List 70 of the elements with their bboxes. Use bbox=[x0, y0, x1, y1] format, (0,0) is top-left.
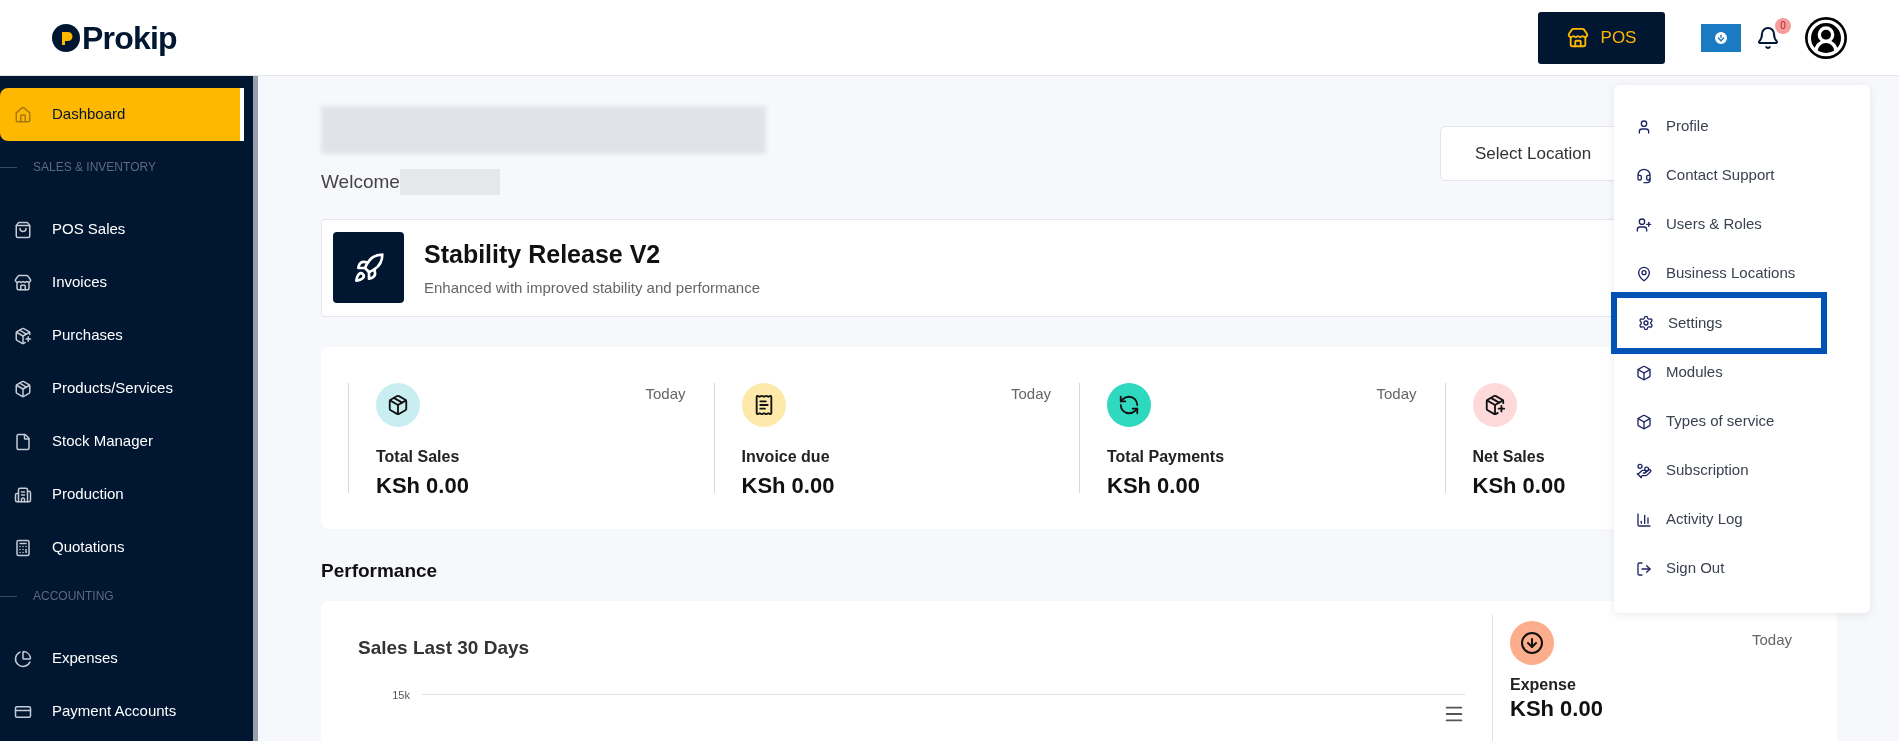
avatar-button[interactable] bbox=[1805, 16, 1847, 59]
menu-item[interactable]: Users & Roles bbox=[1615, 200, 1831, 249]
stat-value: KSh 0.00 bbox=[1510, 697, 1603, 721]
menu-item[interactable]: Subscription bbox=[1615, 446, 1831, 495]
sidebar-item[interactable]: Dashboard bbox=[0, 88, 244, 141]
sidebar-item[interactable]: Stock Manager bbox=[0, 415, 244, 468]
sidebar-item[interactable]: Payment Accounts bbox=[0, 685, 244, 738]
calculator-icon bbox=[14, 538, 32, 557]
menu-item[interactable]: Settings bbox=[1611, 292, 1827, 354]
bag-icon bbox=[14, 220, 32, 239]
section-label: SALES & INVENTORY bbox=[33, 159, 156, 176]
sidebar-item[interactable]: POS Sales bbox=[0, 203, 244, 256]
box-icon bbox=[1636, 413, 1652, 430]
chart-title: Sales Last 30 Days bbox=[358, 636, 531, 660]
release-subtitle: Enhanced with improved stability and performance bbox=[424, 278, 760, 298]
download-button[interactable] bbox=[1701, 23, 1741, 52]
menu-item[interactable]: Types of service bbox=[1615, 397, 1831, 446]
download-icon bbox=[1713, 29, 1729, 46]
headset-icon bbox=[1636, 167, 1652, 184]
store-icon bbox=[14, 273, 32, 292]
rocket-icon bbox=[333, 232, 404, 303]
logo-mark-icon bbox=[52, 23, 80, 52]
home-icon bbox=[14, 105, 32, 124]
logo-text: Prokip bbox=[82, 18, 177, 58]
stat-label: Expense bbox=[1510, 675, 1576, 695]
stat-value: KSh 0.00 bbox=[741, 471, 835, 500]
release-title: Stability Release V2 bbox=[424, 238, 662, 270]
stat-value: KSh 0.00 bbox=[1472, 471, 1566, 500]
pos-button[interactable]: POS bbox=[1538, 11, 1665, 64]
logout-icon bbox=[1636, 560, 1652, 577]
menu-item[interactable]: Contact Support bbox=[1615, 151, 1831, 200]
building-icon bbox=[14, 485, 32, 504]
stat-label: Total Sales bbox=[376, 446, 460, 467]
notification-badge: 0 bbox=[1775, 17, 1791, 34]
section-heading: Performance bbox=[321, 558, 438, 583]
period-label: Today bbox=[645, 383, 686, 404]
sidebar-item[interactable]: Invoices bbox=[0, 256, 244, 309]
hand-coins-icon bbox=[1636, 462, 1652, 479]
section-label: ACCOUNTING bbox=[33, 588, 114, 605]
sidebar-item[interactable]: Expenses bbox=[0, 632, 244, 685]
menu-item[interactable]: Profile bbox=[1615, 102, 1831, 151]
expense-icon bbox=[1510, 621, 1554, 665]
sidebar-item[interactable]: Purchases bbox=[0, 309, 244, 362]
period-label: Today bbox=[1376, 383, 1417, 404]
stat-label: Total Payments bbox=[1107, 446, 1225, 467]
file-icon bbox=[14, 432, 32, 451]
stat-label: Invoice due bbox=[741, 446, 830, 467]
map-pin-icon bbox=[1636, 265, 1652, 282]
package-plus-icon bbox=[14, 326, 32, 345]
menu-item[interactable]: Activity Log bbox=[1615, 495, 1831, 544]
axis-tick-label: 15k bbox=[391, 687, 410, 703]
menu-item[interactable]: Sign Out bbox=[1615, 544, 1831, 593]
period-label: Today bbox=[1751, 630, 1792, 650]
stat-value: KSh 0.00 bbox=[1107, 471, 1200, 500]
pie-chart-icon bbox=[14, 649, 32, 668]
bell-icon[interactable] bbox=[1756, 25, 1780, 50]
sidebar-item[interactable]: Production bbox=[0, 468, 244, 521]
sidebar-item[interactable]: Products/Services bbox=[0, 362, 244, 415]
box-icon bbox=[1636, 364, 1652, 381]
period-label: Today bbox=[1010, 383, 1051, 404]
settings-icon bbox=[1638, 315, 1654, 331]
stat-value: KSh 0.00 bbox=[376, 471, 469, 500]
user-plus-icon bbox=[1636, 216, 1652, 233]
bar-chart-icon bbox=[1636, 511, 1652, 528]
store-icon bbox=[1566, 26, 1589, 49]
stat-label: Net Sales bbox=[1472, 446, 1545, 467]
user-icon bbox=[1636, 118, 1652, 135]
package-icon bbox=[14, 379, 32, 398]
welcome-text: Welcome bbox=[321, 170, 400, 194]
sidebar-item[interactable]: Quotations bbox=[0, 521, 244, 574]
